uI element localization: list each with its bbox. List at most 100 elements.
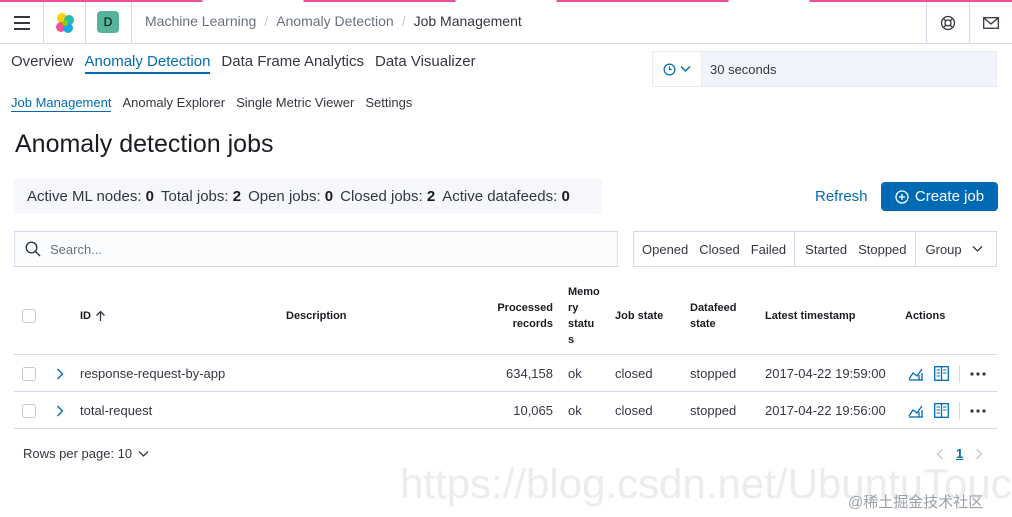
column-header-line: Memo bbox=[568, 286, 600, 298]
stat-label: Closed jobs: bbox=[340, 188, 423, 205]
breadcrumb-separator: / bbox=[401, 13, 406, 29]
anomaly-explorer-icon[interactable] bbox=[934, 403, 949, 418]
anomaly-explorer-icon[interactable] bbox=[934, 366, 949, 381]
quick-menu-button[interactable] bbox=[653, 52, 702, 86]
table-row: total-request 10,065 ok closed stopped 2… bbox=[14, 392, 997, 429]
chevron-right-icon[interactable] bbox=[975, 448, 983, 460]
datafeed-state: stopped bbox=[690, 403, 737, 418]
job-state: closed bbox=[615, 403, 653, 418]
column-header-line: Datafeed bbox=[690, 302, 737, 314]
tab-overview[interactable]: Overview bbox=[11, 53, 74, 74]
single-metric-viewer-icon[interactable] bbox=[908, 367, 924, 381]
filter-group: Opened Closed Failed Started Stopped Gro… bbox=[633, 231, 997, 267]
processed-records: 634,158 bbox=[506, 366, 553, 381]
expand-row-button[interactable] bbox=[56, 355, 64, 392]
filter-opened[interactable]: Opened bbox=[634, 242, 694, 257]
mail-icon bbox=[982, 17, 999, 29]
job-stats-bar: Active ML nodes: 0 Total jobs: 2 Open jo… bbox=[14, 179, 602, 214]
datafeed-state: stopped bbox=[690, 366, 737, 381]
page-title: Anomaly detection jobs bbox=[15, 130, 274, 158]
loading-bar bbox=[0, 0, 1012, 2]
chevron-down-icon bbox=[680, 66, 691, 72]
more-actions-icon[interactable] bbox=[970, 408, 986, 413]
chevron-left-icon[interactable] bbox=[936, 448, 944, 460]
space-avatar[interactable]: D bbox=[97, 11, 119, 33]
refresh-interval-value[interactable]: 30 seconds bbox=[702, 52, 996, 86]
tab-settings[interactable]: Settings bbox=[365, 95, 412, 112]
search-bar bbox=[14, 231, 618, 267]
stat-active-datafeeds: Active datafeeds: 0 bbox=[442, 188, 570, 205]
main-tabs: Overview Anomaly Detection Data Frame An… bbox=[11, 53, 476, 74]
create-job-button[interactable]: Create job bbox=[881, 182, 998, 211]
site-watermark: @稀土掘金技术社区 bbox=[848, 494, 984, 511]
job-id: total-request bbox=[80, 403, 153, 418]
breadcrumb-separator: / bbox=[264, 13, 269, 29]
menu-button[interactable] bbox=[0, 2, 44, 44]
refresh-interval-picker: 30 seconds bbox=[652, 51, 997, 87]
help-icon bbox=[940, 15, 955, 31]
rows-per-page-label: Rows per page: 10 bbox=[23, 446, 133, 461]
sub-tabs: Job Management Anomaly Explorer Single M… bbox=[11, 95, 412, 112]
latest-timestamp: 2017-04-22 19:59:00 bbox=[765, 366, 886, 381]
plus-in-circle-icon bbox=[895, 189, 909, 204]
single-metric-viewer-icon[interactable] bbox=[908, 404, 924, 418]
search-input[interactable] bbox=[50, 241, 590, 257]
more-actions-icon[interactable] bbox=[970, 371, 986, 376]
column-actions: Actions bbox=[905, 310, 946, 322]
mail-button[interactable] bbox=[969, 2, 1011, 44]
column-latest-timestamp[interactable]: Latest timestamp bbox=[765, 277, 855, 355]
column-datafeed-state-label: Datafeed state bbox=[690, 300, 736, 332]
row-checkbox[interactable] bbox=[22, 403, 36, 418]
breadcrumb-job-management: Job Management bbox=[413, 13, 522, 29]
filter-failed[interactable]: Failed bbox=[746, 242, 792, 257]
column-description[interactable]: Description bbox=[286, 277, 347, 355]
select-all-checkbox[interactable] bbox=[22, 309, 36, 323]
breadcrumb: Machine Learning / Anomaly Detection / J… bbox=[145, 13, 522, 29]
tab-data-frame-analytics[interactable]: Data Frame Analytics bbox=[221, 53, 364, 74]
refresh-button[interactable]: Refresh bbox=[815, 188, 868, 205]
column-datafeed-state[interactable]: Datafeed state bbox=[690, 277, 736, 355]
expand-row-button[interactable] bbox=[56, 392, 64, 429]
chevron-down-icon bbox=[972, 246, 983, 252]
filter-closed[interactable]: Closed bbox=[694, 242, 745, 257]
stat-label: Open jobs: bbox=[248, 188, 321, 205]
stat-value: 2 bbox=[232, 188, 242, 205]
breadcrumb-machine-learning[interactable]: Machine Learning bbox=[145, 13, 256, 29]
processed-records: 10,065 bbox=[513, 403, 553, 418]
breadcrumb-anomaly-detection[interactable]: Anomaly Detection bbox=[276, 13, 394, 29]
stat-label: Total jobs: bbox=[161, 188, 229, 205]
filter-group-dropdown[interactable]: Group bbox=[918, 242, 983, 257]
column-header-line: state bbox=[690, 318, 716, 330]
tab-single-metric-viewer[interactable]: Single Metric Viewer bbox=[236, 95, 354, 112]
filter-started[interactable]: Started bbox=[797, 242, 853, 257]
column-header-line: s bbox=[568, 334, 575, 346]
sort-ascending-icon bbox=[96, 310, 105, 321]
column-processed-records[interactable]: Processed records bbox=[484, 277, 553, 355]
row-checkbox[interactable] bbox=[22, 366, 36, 381]
tab-anomaly-explorer[interactable]: Anomaly Explorer bbox=[122, 95, 225, 112]
help-button[interactable] bbox=[926, 2, 968, 44]
select-all-cell bbox=[22, 277, 36, 355]
column-id[interactable]: ID bbox=[80, 277, 106, 355]
pagination: 1 bbox=[936, 446, 983, 461]
column-header-line: ry bbox=[568, 302, 579, 314]
column-memory-status[interactable]: Memo ry statu s bbox=[568, 277, 606, 355]
column-header-line: Processed bbox=[497, 302, 553, 314]
memory-status: ok bbox=[568, 366, 582, 381]
job-id: response-request-by-app bbox=[80, 366, 226, 381]
rows-per-page-dropdown[interactable]: Rows per page: 10 bbox=[23, 446, 149, 461]
filter-stopped[interactable]: Stopped bbox=[853, 242, 912, 257]
page-number[interactable]: 1 bbox=[956, 446, 963, 461]
create-job-label: Create job bbox=[914, 188, 985, 205]
row-select-cell bbox=[22, 355, 36, 392]
row-actions bbox=[908, 355, 986, 392]
column-job-state[interactable]: Job state bbox=[615, 277, 663, 355]
row-actions bbox=[908, 392, 986, 429]
tab-anomaly-detection[interactable]: Anomaly Detection bbox=[84, 53, 211, 74]
filter-group-label: Group bbox=[925, 241, 962, 257]
chevron-right-icon bbox=[57, 368, 64, 379]
tab-data-visualizer[interactable]: Data Visualizer bbox=[375, 53, 476, 74]
stat-value: 0 bbox=[324, 188, 334, 205]
elastic-logo[interactable] bbox=[44, 2, 86, 44]
tab-job-management[interactable]: Job Management bbox=[11, 95, 112, 112]
